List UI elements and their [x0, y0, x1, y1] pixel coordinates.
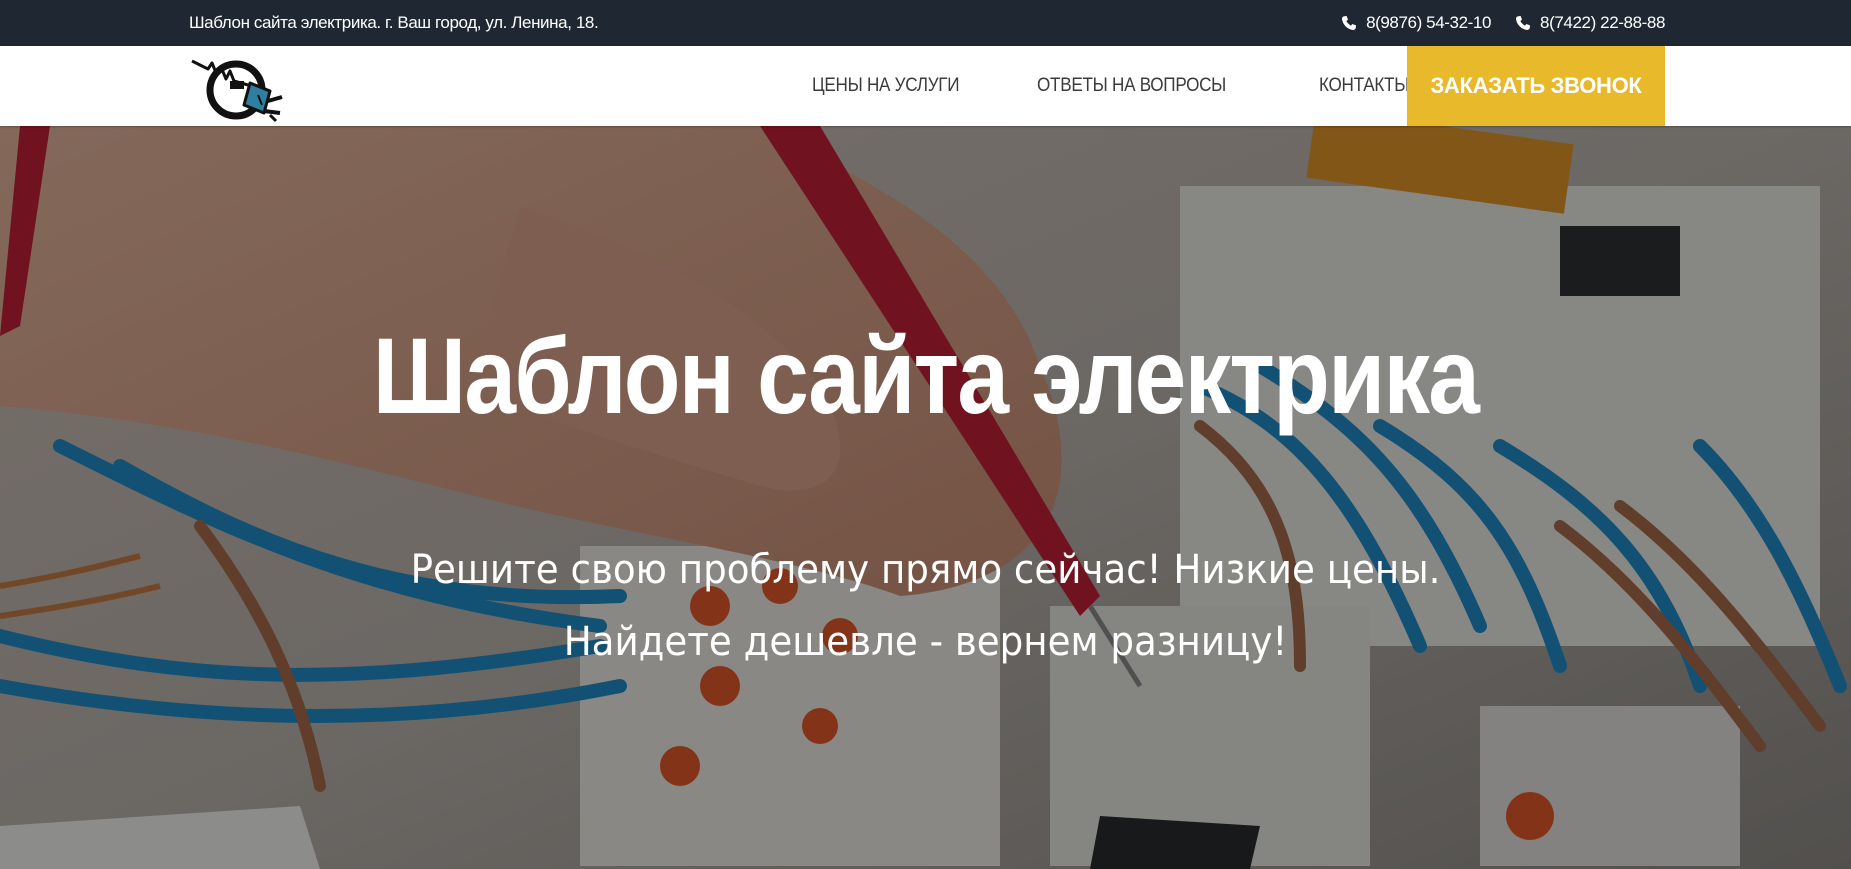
- electric-plug-logo[interactable]: [190, 51, 294, 123]
- phone-number-1[interactable]: 8(9876) 54-32-10: [1341, 13, 1491, 33]
- phone-list: 8(9876) 54-32-10 8(7422) 22-88-88: [1341, 0, 1665, 46]
- hero-title: Шаблон сайта электрика: [372, 315, 1480, 436]
- order-call-button[interactable]: ЗАКАЗАТЬ ЗВОНОК: [1407, 46, 1665, 126]
- top-info-bar: Шаблон сайта электрика. г. Ваш город, ул…: [0, 0, 1851, 46]
- nav-links: ЦЕНЫ НА УСЛУГИ ОТВЕТЫ НА ВОПРОСЫ КОНТАКТ…: [812, 46, 1433, 126]
- phone-icon: [1516, 16, 1531, 30]
- nav-link-prices[interactable]: ЦЕНЫ НА УСЛУГИ: [812, 75, 965, 97]
- company-address: Шаблон сайта электрика. г. Ваш город, ул…: [189, 13, 599, 32]
- phone-number-text: 8(7422) 22-88-88: [1540, 13, 1665, 32]
- hero-subtitle-line-1: Решите свою проблему прямо сейчас! Низки…: [410, 547, 1441, 593]
- phone-number-2[interactable]: 8(7422) 22-88-88: [1515, 13, 1665, 33]
- phone-number-text: 8(9876) 54-32-10: [1366, 13, 1492, 32]
- hero-section: Шаблон сайта электрика Решите свою пробл…: [0, 126, 1851, 869]
- phone-icon: [1342, 16, 1357, 30]
- main-navigation: ЦЕНЫ НА УСЛУГИ ОТВЕТЫ НА ВОПРОСЫ КОНТАКТ…: [0, 46, 1851, 126]
- hero-subtitle-line-2: Найдете дешевле - вернем разницу!: [563, 619, 1288, 665]
- hero-dark-overlay: [0, 126, 1851, 869]
- nav-link-faq[interactable]: ОТВЕТЫ НА ВОПРОСЫ: [1037, 75, 1244, 97]
